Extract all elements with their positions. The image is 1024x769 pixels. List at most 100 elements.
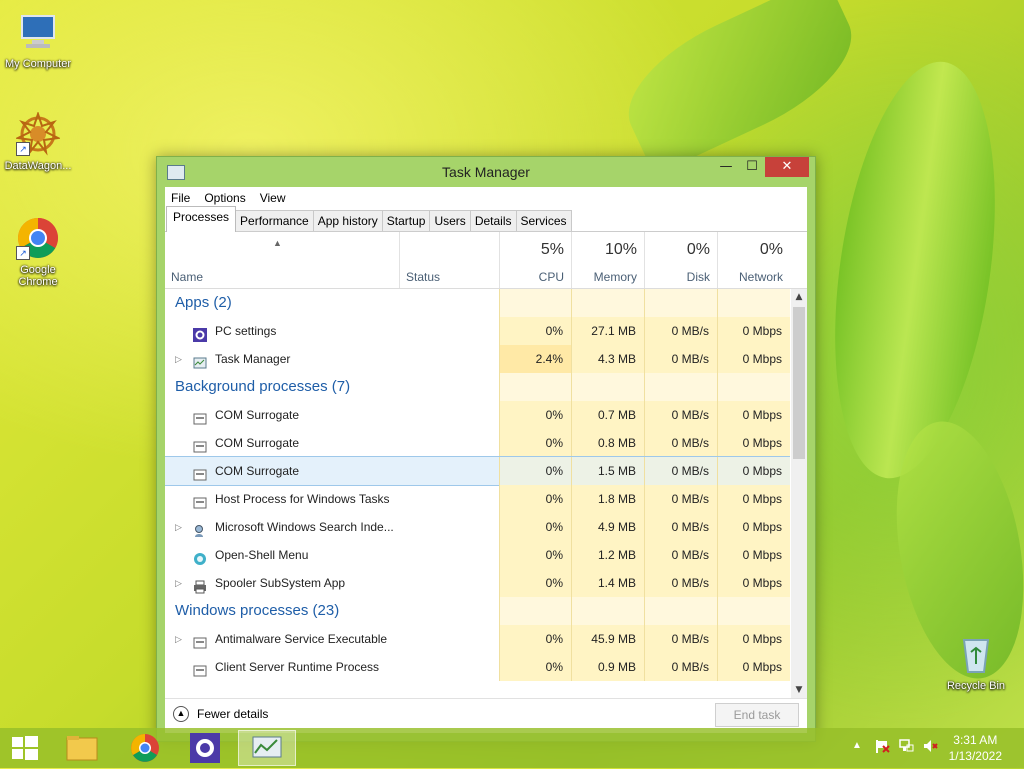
column-disk[interactable]: 0% Disk <box>644 232 718 288</box>
expand-icon[interactable]: ▷ <box>175 569 182 597</box>
scroll-down-icon[interactable]: ▼ <box>791 682 807 698</box>
start-button[interactable] <box>0 730 54 766</box>
column-header: ▲ Name Status 5% CPU 10% Memory 0% Disk … <box>165 232 807 289</box>
network-icon[interactable] <box>898 738 914 754</box>
maximize-button[interactable]: ☐ <box>739 157 765 177</box>
folder-icon <box>66 736 98 761</box>
printer-icon <box>193 576 207 594</box>
process-row[interactable]: Host Process for Windows Tasks 0% 1.8 MB… <box>165 485 790 513</box>
taskbar-chrome[interactable] <box>118 730 172 766</box>
scroll-up-icon[interactable]: ▲ <box>791 289 807 305</box>
expand-icon[interactable]: ▷ <box>175 345 182 373</box>
scrollbar-thumb[interactable] <box>793 307 805 459</box>
gear-icon <box>190 733 220 763</box>
menu-view[interactable]: View <box>260 191 293 205</box>
show-hidden-icons-icon[interactable]: ▲ <box>852 740 862 751</box>
window-app-icon <box>193 492 207 509</box>
clock-date: 1/13/2022 <box>948 749 1002 763</box>
desktop-icon-label: Recycle Bin <box>946 680 1006 692</box>
datawagon-icon: ↗ <box>14 110 62 156</box>
volume-muted-icon[interactable] <box>922 738 938 754</box>
cpu-total: 5% <box>540 241 564 258</box>
tab-processes[interactable]: Processes <box>166 206 237 232</box>
column-name[interactable]: ▲ Name <box>165 232 399 288</box>
wallpaper-leaf <box>607 0 873 176</box>
group-header-background[interactable]: Background processes (7) <box>165 373 790 401</box>
process-row[interactable]: ▷ Microsoft Windows Search Inde... 0% 4.9… <box>165 513 790 541</box>
search-indexer-icon <box>193 520 207 537</box>
taskbar-file-explorer[interactable] <box>56 730 110 766</box>
action-center-flag-icon[interactable] <box>874 738 890 754</box>
task-manager-icon <box>193 352 207 369</box>
shortcut-arrow-icon: ↗ <box>16 246 30 260</box>
sort-ascending-icon: ▲ <box>273 238 282 248</box>
tab-performance[interactable]: Performance <box>235 210 314 231</box>
computer-icon <box>16 10 60 54</box>
network-total: 0% <box>759 241 783 258</box>
desktop-icon-datawagon[interactable]: ↗ DataWagon... <box>0 110 76 172</box>
tab-services[interactable]: Services <box>515 210 572 231</box>
desktop-icon-chrome[interactable]: ↗ Google Chrome <box>0 216 76 288</box>
task-manager-window: Task Manager — ☐ ✕ File Options View Pro… <box>156 156 816 742</box>
minimize-button[interactable]: — <box>713 157 739 177</box>
disk-total: 0% <box>686 241 710 258</box>
tab-strip: Processes Performance App history Startu… <box>165 206 807 232</box>
expand-icon[interactable]: ▷ <box>175 625 182 653</box>
window-app-icon <box>193 632 207 649</box>
column-memory[interactable]: 10% Memory <box>571 232 645 288</box>
recycle-bin-icon <box>954 632 998 676</box>
vertical-scrollbar[interactable]: ▲ ▼ <box>791 289 807 698</box>
process-row[interactable]: Open-Shell Menu 0% 1.2 MB 0 MB/s 0 Mbps <box>165 541 790 569</box>
expand-icon[interactable]: ▷ <box>175 513 182 541</box>
process-row[interactable]: COM Surrogate 0% 0.7 MB 0 MB/s 0 Mbps <box>165 401 790 429</box>
group-header-apps[interactable]: Apps (2) <box>165 289 790 317</box>
clock-time: 3:31 AM <box>953 733 998 747</box>
process-row[interactable]: COM Surrogate 0% 0.8 MB 0 MB/s 0 Mbps <box>165 429 790 457</box>
wallpaper-leaf <box>811 51 1019 489</box>
chrome-icon <box>131 734 159 762</box>
tab-details[interactable]: Details <box>469 210 517 231</box>
desktop-icon-label: Google Chrome <box>18 264 58 288</box>
taskbar-task-manager[interactable] <box>238 730 296 766</box>
column-network[interactable]: 0% Network <box>717 232 791 288</box>
column-cpu[interactable]: 5% CPU <box>499 232 572 288</box>
window-app-icon <box>193 436 207 453</box>
windows-logo-icon <box>12 736 38 760</box>
title-bar[interactable]: Task Manager — ☐ ✕ <box>157 157 815 187</box>
menu-bar: File Options View <box>165 187 807 209</box>
memory-total: 10% <box>604 241 637 258</box>
process-row[interactable]: ▷ Spooler SubSystem App 0% 1.4 MB 0 MB/s … <box>165 569 790 597</box>
process-row[interactable]: Client Server Runtime Process 0% 0.9 MB … <box>165 653 790 681</box>
taskbar-pc-settings[interactable] <box>178 730 232 766</box>
column-status[interactable]: Status <box>399 232 500 288</box>
desktop-icon-label: My Computer <box>4 58 72 70</box>
tab-app-history[interactable]: App history <box>312 210 383 231</box>
desktop-icon-recycle-bin[interactable]: Recycle Bin <box>938 632 1014 692</box>
collapse-icon[interactable]: ▲ <box>173 706 189 722</box>
process-row[interactable]: ▷ Task Manager 2.4% 4.3 MB 0 MB/s 0 Mbps <box>165 345 790 373</box>
fewer-details-link[interactable]: Fewer details <box>197 707 268 721</box>
tab-users[interactable]: Users <box>429 210 471 231</box>
window-app-icon <box>193 408 207 425</box>
taskbar-clock[interactable]: 3:31 AM 1/13/2022 <box>949 732 1002 764</box>
chrome-icon: ↗ <box>16 216 60 260</box>
process-list: Apps (2) PC settings 0% 27.1 MB 0 MB/s 0… <box>165 289 790 698</box>
process-row-selected[interactable]: COM Surrogate 0% 1.5 MB 0 MB/s 0 Mbps <box>165 456 790 486</box>
process-row[interactable]: ▷ Antimalware Service Executable 0% 45.9 … <box>165 625 790 653</box>
task-manager-icon <box>252 736 282 758</box>
process-row[interactable]: PC settings 0% 27.1 MB 0 MB/s 0 Mbps <box>165 317 790 345</box>
group-header-windows[interactable]: Windows processes (23) <box>165 597 790 625</box>
shell-icon <box>193 548 207 565</box>
desktop-icon-label: DataWagon... <box>4 160 72 172</box>
gear-icon <box>193 324 207 342</box>
taskbar: ▲ 3:31 AM 1/13/2022 <box>0 728 1024 768</box>
close-button[interactable]: ✕ <box>765 157 809 177</box>
tab-startup[interactable]: Startup <box>381 210 431 231</box>
menu-file[interactable]: File <box>171 191 197 205</box>
desktop-icon-my-computer[interactable]: My Computer <box>0 10 76 70</box>
shortcut-arrow-icon: ↗ <box>16 142 30 156</box>
menu-options[interactable]: Options <box>204 191 252 205</box>
end-task-button[interactable]: End task <box>715 703 799 727</box>
window-client: File Options View Processes Performance … <box>165 187 807 733</box>
window-app-icon <box>193 464 207 481</box>
